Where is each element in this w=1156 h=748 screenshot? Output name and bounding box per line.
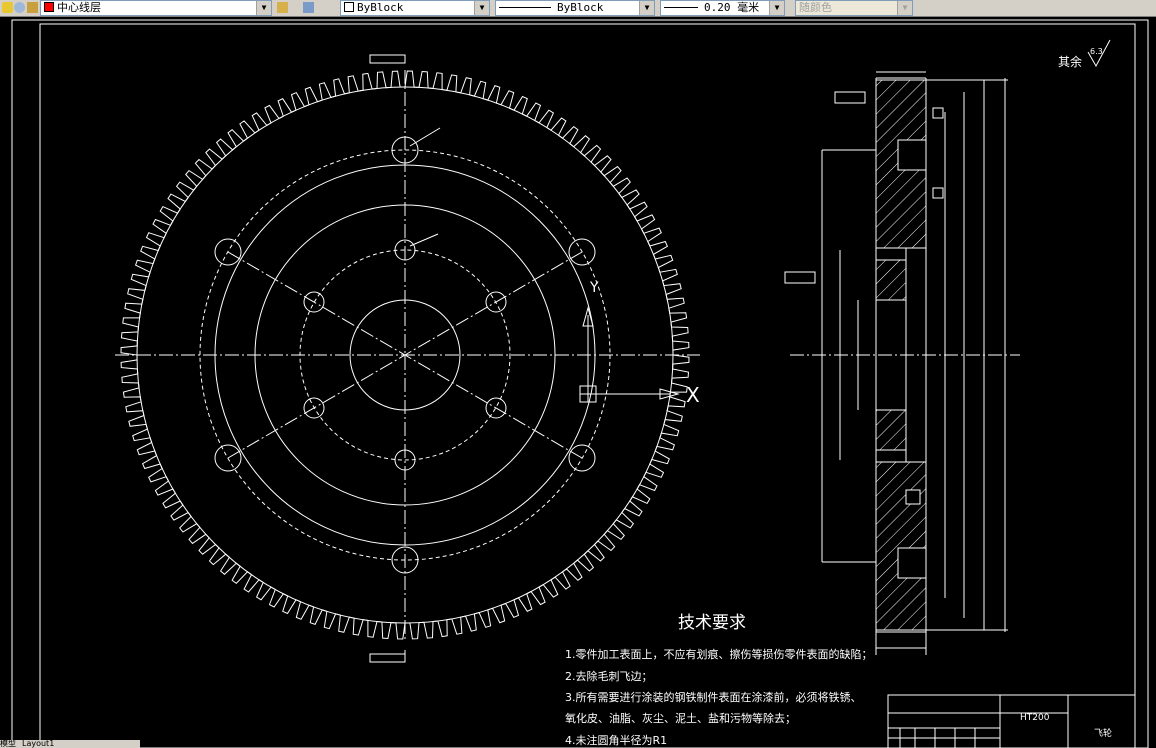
requirement-line: 4.未注圆角半径为R1 (565, 733, 667, 747)
linetype-value: ByBlock (557, 1, 604, 14)
lineweight-dropdown[interactable]: 0.20 毫米 ▼ (660, 0, 785, 16)
web-section-upper (875, 259, 907, 301)
requirements-list: 1.零件加工表面上，不应有划痕、擦伤等损伤零件表面的缺陷； 2.去除毛刺飞边； … (565, 647, 873, 747)
requirement-line: 氧化皮、油脂、灰尘、泥土、盐和污物等除去； (565, 711, 796, 725)
leader-line (409, 233, 439, 247)
color-dropdown[interactable]: ByBlock ▼ (340, 0, 490, 16)
gear-front-view (115, 54, 700, 663)
surface-value: 6.3 (1090, 47, 1103, 56)
linetype-dropdown[interactable]: ByBlock ▼ (495, 0, 655, 16)
layer-name: 中心线层 (57, 1, 101, 14)
plotstyle-value: 随颜色 (799, 1, 832, 14)
title-block (887, 694, 1136, 748)
layer-state-icon[interactable] (2, 2, 13, 13)
material-label: HT200 (1020, 713, 1050, 723)
axis-x-label: X (686, 383, 700, 407)
chevron-down-icon[interactable]: ▼ (474, 1, 489, 15)
axis-y-label: Y (589, 280, 599, 296)
rim-section-lower (875, 461, 927, 631)
requirement-line: 3.所有需要进行涂装的钢铁制件表面在涂漆前，必须将铁锈、 (565, 690, 862, 704)
lineweight-value: 0.20 毫米 (704, 1, 760, 14)
layer-lock-icon[interactable] (27, 2, 38, 13)
section-marker-bottom-box (369, 653, 406, 663)
chevron-down-icon[interactable]: ▼ (769, 1, 784, 15)
gear-section-view (784, 39, 1111, 655)
properties-toolbar: 中心线层 ▼ ByBlock ▼ ByBlock ▼ 0.20 毫米 ▼ 随颜色… (0, 0, 1156, 17)
requirement-line: 1.零件加工表面上，不应有划痕、擦伤等损伤零件表面的缺陷； (565, 647, 873, 661)
linetype-sample (499, 7, 551, 8)
layout-tabs: 模型 Layout1 (0, 740, 140, 748)
chevron-down-icon[interactable]: ▼ (256, 1, 271, 15)
requirement-line: 2.去除毛刺飞边； (565, 669, 653, 683)
bolt-slot-bottom (897, 547, 927, 579)
tab-layout1[interactable]: Layout1 (22, 740, 54, 748)
bolt-slot-top (897, 139, 927, 171)
web-section-lower (875, 409, 907, 451)
part-name-label: 飞轮 (1094, 727, 1112, 739)
layer-color-swatch (44, 2, 54, 12)
surface-note: 其余 (1058, 54, 1082, 69)
relief-groove (905, 489, 921, 505)
section-marker-bottom (370, 650, 406, 663)
tab-model[interactable]: 模型 (0, 740, 16, 748)
leader-line (409, 127, 441, 147)
drawing-frame (11, 19, 1149, 748)
section-marker-top (370, 54, 406, 62)
section-marker-top-box (369, 54, 406, 64)
drawing-canvas[interactable]: 技术要求 1.零件加工表面上，不应有划痕、擦伤等损伤零件表面的缺陷； 2.去除毛… (0, 17, 1156, 748)
lineweight-sample (664, 7, 698, 8)
make-layer-current-icon[interactable] (277, 2, 288, 13)
chevron-down-icon: ▼ (897, 1, 912, 15)
chevron-down-icon[interactable]: ▼ (639, 1, 654, 15)
tech-requirements-title: 技术要求 (678, 613, 746, 633)
color-swatch (344, 2, 354, 12)
layer-freeze-icon[interactable] (14, 2, 25, 13)
layer-dropdown[interactable]: 中心线层 ▼ (40, 0, 272, 16)
plotstyle-dropdown: 随颜色 ▼ (795, 0, 913, 16)
layer-previous-icon[interactable] (303, 2, 314, 13)
color-value: ByBlock (357, 1, 404, 14)
